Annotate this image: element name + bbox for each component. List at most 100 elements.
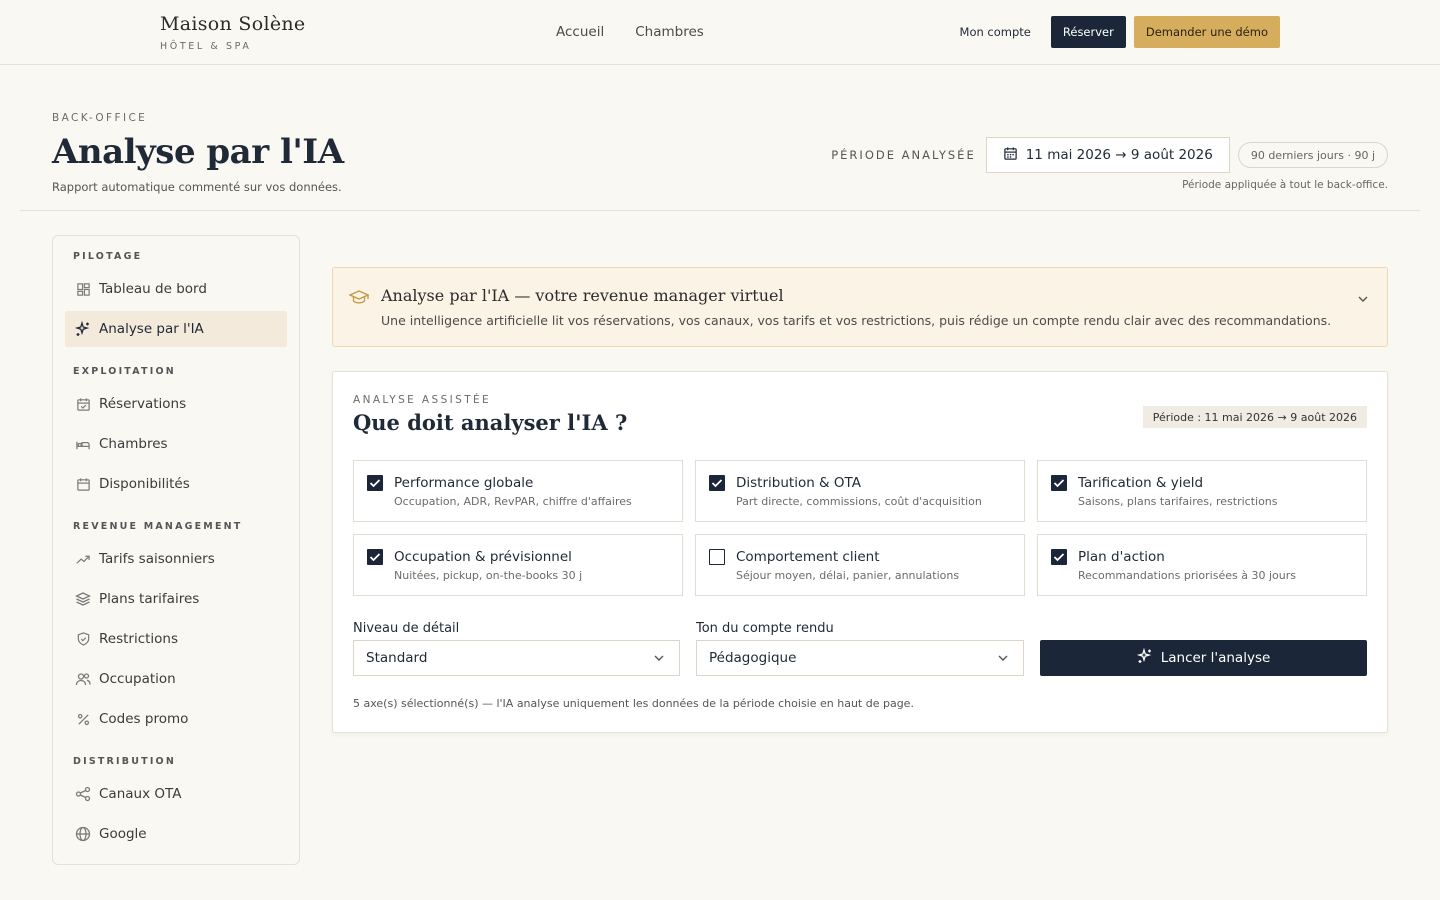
tone-label: Ton du compte rendu (696, 621, 834, 636)
banner-description: Une intelligence artificielle lit vos ré… (381, 313, 1332, 328)
run-analysis-button[interactable]: Lancer l'analyse (1040, 640, 1367, 676)
run-analysis-label: Lancer l'analyse (1160, 650, 1271, 666)
card-eyebrow: ANALYSE ASSISTÉE (353, 394, 492, 406)
checkbox-checked[interactable] (1051, 549, 1067, 565)
axis-distribution-ota[interactable]: Distribution & OTA Part directe, commiss… (695, 460, 1025, 522)
nav-actions: Mon compte Réserver Demander une démo (948, 16, 1280, 48)
axis-plan-action[interactable]: Plan d'action Recommandations priorisées… (1037, 534, 1367, 596)
banner-title: Analyse par l'IA — votre revenue manager… (381, 286, 784, 305)
checkbox-checked[interactable] (367, 549, 383, 565)
sidebar-item-plans-tarifaires[interactable]: Plans tarifaires (65, 581, 287, 617)
grid-icon (75, 281, 91, 297)
header-divider (20, 210, 1420, 211)
sidebar-item-label: Tableau de bord (99, 281, 207, 297)
sidebar-item-label: Restrictions (99, 631, 179, 647)
sidebar-section-revenue-management: REVENUE MANAGEMENT (73, 521, 243, 532)
graduation-cap-icon (348, 288, 370, 310)
sidebar-item-occupation[interactable]: Occupation (65, 661, 287, 697)
trend-up-icon (75, 551, 91, 567)
axis-title: Performance globale (394, 475, 534, 491)
page-title: Analyse par l'IA (52, 132, 344, 172)
sidebar-item-canaux-ota[interactable]: Canaux OTA (65, 776, 287, 812)
axis-title: Comportement client (736, 549, 880, 565)
demo-button[interactable]: Demander une démo (1133, 16, 1280, 48)
account-button[interactable]: Mon compte (948, 17, 1043, 47)
sidebar-section-distribution: DISTRIBUTION (73, 756, 176, 767)
bed-icon (75, 436, 91, 452)
axis-title: Distribution & OTA (736, 475, 861, 491)
layers-icon (75, 591, 91, 607)
checkbox-checked[interactable] (367, 475, 383, 491)
sparkles-icon (1136, 647, 1153, 668)
chevron-down-icon[interactable] (1357, 290, 1369, 309)
chevron-down-icon (997, 652, 1009, 668)
detail-level-value: Standard (366, 650, 428, 666)
chevron-down-icon (653, 652, 665, 668)
axis-title: Plan d'action (1078, 549, 1165, 565)
brand-name: Maison Solène (160, 13, 306, 35)
nav-link-chambres[interactable]: Chambres (635, 24, 704, 40)
sidebar-item-label: Chambres (99, 436, 168, 452)
shield-icon (75, 631, 91, 647)
period-selector: PÉRIODE ANALYSÉE 11 mai 2026 → 9 août 20… (831, 137, 1388, 173)
axis-performance-globale[interactable]: Performance globale Occupation, ADR, Rev… (353, 460, 683, 522)
period-label: PÉRIODE ANALYSÉE (831, 148, 976, 162)
sidebar-item-restrictions[interactable]: Restrictions (65, 621, 287, 657)
tone-value: Pédagogique (709, 650, 797, 666)
detail-level-select[interactable]: Standard (353, 640, 680, 676)
sidebar-item-tableau-de-bord[interactable]: Tableau de bord (65, 271, 287, 307)
tone-select[interactable]: Pédagogique (696, 640, 1024, 676)
axis-occupation-previsionnel[interactable]: Occupation & prévisionnel Nuitées, picku… (353, 534, 683, 596)
main-nav: Accueil Chambres (556, 24, 704, 40)
axis-description: Nuitées, pickup, on-the-books 30 j (394, 569, 583, 582)
axis-title: Tarification & yield (1078, 475, 1204, 491)
page-subtitle: Rapport automatique commenté sur vos don… (52, 180, 342, 194)
sidebar-item-label: Canaux OTA (99, 786, 182, 802)
sidebar-section-pilotage: PILOTAGE (73, 251, 143, 262)
page-header: BACK-OFFICE Analyse par l'IA Rapport aut… (52, 112, 344, 194)
sidebar-item-label: Plans tarifaires (99, 591, 200, 607)
book-button[interactable]: Réserver (1050, 16, 1126, 48)
percent-icon (75, 711, 91, 727)
globe-icon (75, 826, 91, 842)
analysis-config-card: ANALYSE ASSISTÉE Que doit analyser l'IA … (332, 371, 1388, 733)
sidebar-item-chambres[interactable]: Chambres (65, 426, 287, 462)
sidebar-item-label: Réservations (99, 396, 187, 412)
date-range-value: 11 mai 2026 → 9 août 2026 (1025, 147, 1213, 163)
date-range-picker[interactable]: 11 mai 2026 → 9 août 2026 (985, 137, 1230, 173)
axis-description: Recommandations priorisées à 30 jours (1078, 569, 1296, 582)
top-nav: Maison Solène HÔTEL & SPA Accueil Chambr… (0, 0, 1440, 65)
axis-tarification-yield[interactable]: Tarification & yield Saisons, plans tari… (1037, 460, 1367, 522)
sparkles-icon (75, 321, 91, 337)
axis-description: Saisons, plans tarifaires, restrictions (1078, 495, 1278, 508)
period-note: Période appliquée à tout le back-office. (1182, 179, 1388, 191)
axis-title: Occupation & prévisionnel (394, 549, 572, 565)
sidebar-item-codes-promo[interactable]: Codes promo (65, 701, 287, 737)
brand-subtitle: HÔTEL & SPA (160, 41, 252, 52)
axis-comportement-client[interactable]: Comportement client Séjour moyen, délai,… (695, 534, 1025, 596)
card-title: Que doit analyser l'IA ? (353, 410, 628, 435)
sidebar-section-exploitation: EXPLOITATION (73, 366, 176, 377)
axis-description: Part directe, commissions, coût d'acquis… (736, 495, 982, 508)
calendar-check-icon (75, 396, 91, 412)
share-icon (75, 786, 91, 802)
sidebar-item-label: Google (99, 826, 147, 842)
sidebar-item-tarifs-saisonniers[interactable]: Tarifs saisonniers (65, 541, 287, 577)
selection-footnote: 5 axe(s) sélectionné(s) — l'IA analyse u… (353, 697, 914, 710)
checkbox-checked[interactable] (709, 475, 725, 491)
axis-description: Occupation, ADR, RevPAR, chiffre d'affai… (394, 495, 632, 508)
brand-logo[interactable]: Maison Solène HÔTEL & SPA (160, 13, 305, 52)
period-preset-pill[interactable]: 90 derniers jours · 90 j (1237, 142, 1388, 168)
users-icon (75, 671, 91, 687)
sidebar-item-google[interactable]: Google (65, 816, 287, 852)
axis-description: Séjour moyen, délai, panier, annulations (736, 569, 960, 582)
checkbox-checked[interactable] (1051, 475, 1067, 491)
sidebar-item-reservations[interactable]: Réservations (65, 386, 287, 422)
ai-info-banner[interactable]: Analyse par l'IA — votre revenue manager… (332, 267, 1388, 347)
sidebar-item-disponibilites[interactable]: Disponibilités (65, 466, 287, 502)
sidebar-item-analyse-ia[interactable]: Analyse par l'IA (65, 311, 287, 347)
calendar-icon (75, 476, 91, 492)
sidebar-item-label: Disponibilités (99, 476, 190, 492)
checkbox-unchecked[interactable] (709, 549, 725, 565)
nav-link-accueil[interactable]: Accueil (556, 24, 604, 40)
